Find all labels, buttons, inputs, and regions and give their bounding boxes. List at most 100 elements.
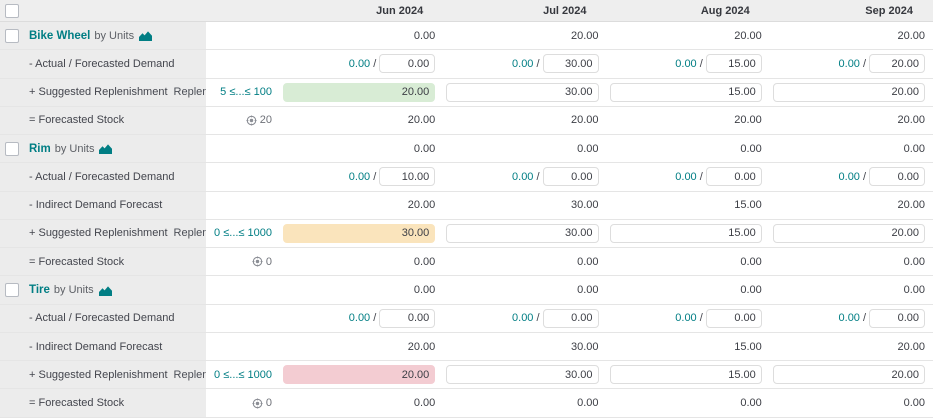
demand-cell: 0.00/ — [443, 305, 606, 332]
row-label-cell: + Suggested Replenishment Replenish — [26, 361, 206, 388]
product-total-value: 0.00 — [414, 30, 435, 42]
area-chart-icon[interactable] — [99, 285, 112, 296]
indicator-cell — [206, 22, 280, 49]
stock-value: 0.00 — [904, 256, 925, 268]
indicator-cell: 20 — [206, 107, 280, 134]
demand-cell: 0.00/ — [280, 163, 443, 190]
actual-demand-link[interactable]: 0.00 — [675, 312, 696, 324]
forecast-demand-input[interactable] — [379, 309, 435, 328]
product-total-value: 0.00 — [577, 284, 598, 296]
actual-demand-link[interactable]: 0.00 — [349, 312, 370, 324]
actual-demand-link[interactable]: 0.00 — [675, 171, 696, 183]
replenish-range-link[interactable]: 0 ≤...≤ 1000 — [214, 227, 272, 239]
replenish-qty-input[interactable] — [446, 365, 598, 384]
stock-row: = Forecasted Stock00.000.000.000.00 — [0, 248, 933, 276]
replenish-qty-input[interactable] — [283, 365, 435, 384]
area-chart-icon[interactable] — [99, 143, 112, 154]
actual-demand-link[interactable]: 0.00 — [512, 312, 533, 324]
indirect-value: 20.00 — [408, 199, 436, 211]
forecast-demand-input[interactable] — [706, 309, 762, 328]
area-chart-icon[interactable] — [139, 30, 152, 41]
product-row: Rimby Units0.000.000.000.00 — [0, 135, 933, 163]
forecast-demand-input[interactable] — [379, 54, 435, 73]
replenish-cell — [443, 79, 606, 106]
indirect-cell: 20.00 — [280, 333, 443, 360]
replenish-row: + Suggested Replenishment Replenish 0 ≤...… — [0, 220, 933, 248]
forecast-demand-input[interactable] — [869, 309, 925, 328]
select-all-cell — [0, 0, 26, 21]
replenish-qty-input[interactable] — [446, 224, 598, 243]
indirect-value: 30.00 — [571, 341, 599, 353]
actual-demand-link[interactable]: 0.00 — [349, 171, 370, 183]
forecast-demand-input[interactable] — [543, 167, 599, 186]
forecast-demand-input[interactable] — [543, 309, 599, 328]
forecast-demand-input[interactable] — [706, 54, 762, 73]
forecast-demand-input[interactable] — [543, 54, 599, 73]
row-label-cell: - Actual / Forecasted Demand — [26, 50, 206, 77]
forecast-demand-input[interactable] — [379, 167, 435, 186]
replenish-range-link[interactable]: 0 ≤...≤ 1000 — [214, 369, 272, 381]
demand-slash: / — [536, 58, 539, 70]
demand-slash: / — [700, 312, 703, 324]
row-label-cell: + Suggested Replenishment Replenish — [26, 220, 206, 247]
product-total-value: 0.00 — [904, 143, 925, 155]
indirect-value: 20.00 — [897, 199, 925, 211]
product-name-link[interactable]: Rim — [29, 143, 51, 155]
stock-cell: 0.00 — [280, 248, 443, 275]
row-label: - Actual / Forecasted Demand — [29, 58, 175, 70]
row-check-spacer — [0, 79, 26, 106]
replenish-qty-input[interactable] — [610, 83, 762, 102]
actual-demand-link[interactable]: 0.00 — [675, 58, 696, 70]
actual-demand-link[interactable]: 0.00 — [839, 58, 860, 70]
replenish-cell — [607, 220, 770, 247]
product-total-cell: 20.00 — [770, 22, 933, 49]
replenish-range-link[interactable]: 5 ≤...≤ 100 — [220, 86, 272, 98]
row-check-spacer — [0, 389, 26, 416]
replenish-qty-input[interactable] — [773, 224, 925, 243]
replenish-button[interactable]: Replenish — [174, 369, 206, 381]
product-name-link[interactable]: Tire — [29, 284, 50, 296]
actual-demand-link[interactable]: 0.00 — [839, 312, 860, 324]
replenish-qty-input[interactable] — [283, 83, 435, 102]
indirect-row: - Indirect Demand Forecast20.0030.0015.0… — [0, 333, 933, 361]
replenish-qty-input[interactable] — [283, 224, 435, 243]
row-check-spacer — [0, 50, 26, 77]
stock-target-value: 0 — [266, 256, 272, 268]
replenish-qty-input[interactable] — [773, 83, 925, 102]
actual-demand-link[interactable]: 0.00 — [349, 58, 370, 70]
demand-cell: 0.00 / — [607, 163, 770, 190]
indicator-cell — [206, 163, 280, 190]
row-label: + Suggested Replenishment — [29, 369, 168, 381]
forecast-demand-input[interactable] — [706, 167, 762, 186]
actual-demand-link[interactable]: 0.00 — [512, 171, 533, 183]
select-product-checkbox[interactable] — [5, 29, 19, 43]
indicator-cell: 0 ≤...≤ 1000 — [206, 220, 280, 247]
select-all-checkbox[interactable] — [5, 4, 19, 18]
replenish-qty-input[interactable] — [773, 365, 925, 384]
replenish-qty-input[interactable] — [446, 83, 598, 102]
product-name-link[interactable]: Bike Wheel — [29, 30, 90, 42]
indirect-row: - Indirect Demand Forecast20.0030.0015.0… — [0, 192, 933, 220]
demand-slash: / — [700, 171, 703, 183]
actual-demand-link[interactable]: 0.00 — [839, 171, 860, 183]
product-total-cell: 0.00 — [443, 135, 606, 162]
stock-cell: 0.00 — [280, 389, 443, 416]
select-product-checkbox[interactable] — [5, 142, 19, 156]
row-label: + Suggested Replenishment — [29, 227, 168, 239]
demand-slash: / — [536, 312, 539, 324]
forecast-demand-input[interactable] — [869, 167, 925, 186]
replenish-qty-input[interactable] — [610, 224, 762, 243]
indirect-cell: 20.00 — [770, 192, 933, 219]
demand-cell: 0.00/ — [443, 50, 606, 77]
replenish-qty-input[interactable] — [610, 365, 762, 384]
stock-value: 0.00 — [904, 397, 925, 409]
month-label: Sep 2024 — [865, 5, 913, 17]
replenish-button[interactable]: Replenish — [174, 227, 206, 239]
stock-cell: 0.00 — [443, 389, 606, 416]
row-label-cell: = Forecasted Stock — [26, 389, 206, 416]
product-total-value: 0.00 — [740, 284, 761, 296]
actual-demand-link[interactable]: 0.00 — [512, 58, 533, 70]
forecast-demand-input[interactable] — [869, 54, 925, 73]
select-product-checkbox[interactable] — [5, 283, 19, 297]
replenish-button[interactable]: Replenish — [174, 86, 206, 98]
